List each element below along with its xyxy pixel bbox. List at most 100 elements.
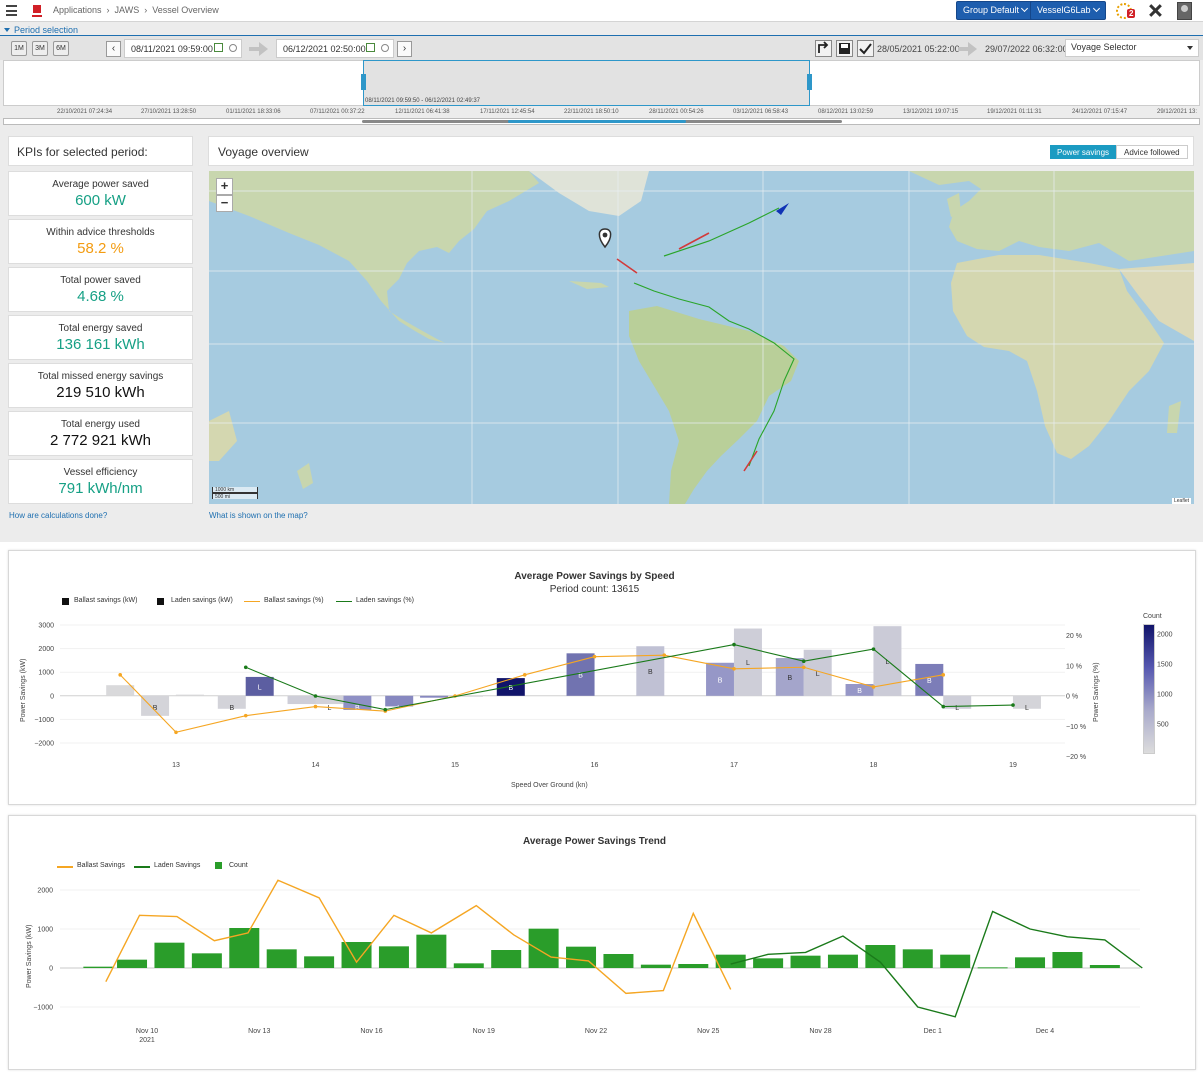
power-savings-toggle[interactable]: Power savings	[1050, 145, 1117, 159]
calendar-icon[interactable]	[214, 43, 223, 52]
ballast-pct-point	[801, 665, 806, 670]
next-period-button[interactable]: ›	[397, 41, 412, 57]
y-tick-label: −2000	[34, 741, 54, 748]
voyage-map[interactable]	[209, 171, 1194, 504]
count-bar	[640, 964, 671, 968]
ballast-bar-label: B	[229, 705, 234, 712]
legend-swatch	[215, 862, 222, 869]
tools-icon[interactable]	[1148, 3, 1163, 18]
map-canvas	[209, 171, 1194, 504]
calculations-help-link[interactable]: How are calculations done?	[9, 511, 107, 520]
legend-swatch	[62, 598, 69, 605]
timeline-tick: 22/11/2021 18:50:10	[564, 109, 619, 115]
menu-icon[interactable]	[6, 5, 17, 16]
x-tick-label: Dec 1	[924, 1028, 942, 1035]
ballast-pct-point	[941, 673, 946, 677]
x-tick-label: 17	[730, 762, 738, 769]
legend-swatch	[57, 866, 73, 868]
legend-laden-savings[interactable]: Laden Savings	[154, 862, 200, 869]
timeline-tick: 12/11/2021 06:41:38	[395, 109, 450, 115]
end-date-field[interactable]: 06/12/2021 02:50:00	[276, 39, 394, 58]
legend-ballast-kw[interactable]: Ballast savings (kW)	[74, 597, 137, 604]
timeline-scroll-thumb-selected	[508, 120, 686, 123]
laden-pct-point	[871, 647, 876, 651]
colorbar-label: Count	[1143, 613, 1162, 620]
count-bar	[341, 942, 372, 968]
kpi-label: Total missed energy savings	[37, 371, 164, 382]
legend-ballast-savings[interactable]: Ballast Savings	[77, 862, 125, 869]
legend-count[interactable]: Count	[229, 862, 248, 869]
breadcrumb-applications[interactable]: Applications	[53, 5, 102, 15]
x-tick-label: Dec 4	[1036, 1028, 1054, 1035]
laden-pct-point	[383, 707, 388, 712]
x-tick-label: Nov 28	[809, 1028, 831, 1035]
speed-chart-y2label: Power Savings (%)	[1093, 662, 1100, 722]
group-select-label: Group Default	[963, 5, 1020, 15]
caret-down-icon	[1187, 46, 1193, 50]
quick-6m-button[interactable]: 6M	[53, 41, 69, 56]
y-tick-label: 2000	[38, 646, 54, 653]
quick-3m-button[interactable]: 3M	[32, 41, 48, 56]
map-help-link[interactable]: What is shown on the map?	[209, 511, 308, 520]
trend-chart-title: Average Power Savings Trend	[522, 836, 667, 847]
y2-tick-label: −10 %	[1066, 724, 1086, 731]
kpi-card: Total power saved 4.68 %	[8, 267, 193, 312]
x-tick-sublabel: 2021	[139, 1037, 155, 1044]
ballast-pct-point	[662, 653, 667, 657]
y2-tick-label: −20 %	[1066, 754, 1086, 761]
legend-ballast-pct[interactable]: Ballast savings (%)	[264, 597, 324, 604]
laden-pct-point	[1011, 703, 1015, 707]
colorbar-tick-label: 500	[1157, 722, 1169, 729]
count-bar	[378, 946, 409, 968]
arrow-right-icon	[968, 42, 977, 56]
ballast-pct-point	[592, 654, 597, 659]
load-period-button[interactable]	[815, 40, 832, 57]
range-start-text: 28/05/2021 05:22:00	[877, 44, 960, 54]
kpi-card: Total energy saved 136 161 kWh	[8, 315, 193, 360]
apply-period-button[interactable]	[857, 40, 874, 57]
start-date-field[interactable]: 08/11/2021 09:59:00	[124, 39, 242, 58]
kpi-value: 136 161 kWh	[56, 336, 145, 353]
ballast-bar-label: B	[927, 678, 932, 685]
count-bar	[940, 954, 971, 968]
legend-swatch	[157, 598, 164, 605]
save-period-button[interactable]	[836, 40, 853, 57]
timeline-tick: 07/11/2021 00:37:22	[310, 109, 365, 115]
y-tick-label: 0	[49, 966, 53, 973]
legend-laden-pct[interactable]: Laden savings (%)	[356, 597, 414, 604]
zoom-in-button[interactable]: +	[216, 178, 233, 195]
x-tick-label: 16	[591, 762, 599, 769]
clock-icon[interactable]	[381, 44, 389, 52]
voyage-overview-title: Voyage overview	[218, 145, 309, 159]
x-tick-label: 18	[870, 762, 878, 769]
kpi-value: 58.2 %	[77, 240, 124, 257]
speed-chart-title: Average Power Savings by Speed	[514, 571, 675, 582]
ballast-bar-label: B	[718, 677, 723, 684]
speed-chart-plot[interactable]: 3000 2000 1000 0 −1000 −2000 20 % 10 % 0 % −10 % −…	[0, 610, 1203, 800]
period-selection-toggle[interactable]: Period selection	[4, 25, 78, 35]
trend-chart-plot[interactable]: 2000 1000 0 −1000 Nov 10 2021 Nov 13 Nov 16 Nov …	[0, 874, 1203, 1054]
map-attribution[interactable]: Leaflet	[1172, 498, 1192, 504]
avatar[interactable]	[1177, 2, 1192, 20]
x-tick-label: Nov 10	[136, 1028, 158, 1035]
load-icon	[818, 41, 829, 53]
trend-chart-ylabel: Power Savings (kW)	[26, 924, 33, 988]
y-tick-label: 3000	[38, 623, 54, 630]
timeline-handle-left[interactable]	[361, 74, 366, 90]
timeline-handle-right[interactable]	[807, 74, 812, 90]
vessel-select-button[interactable]: VesselG6Lab	[1030, 1, 1106, 20]
previous-period-button[interactable]: ‹	[106, 41, 121, 57]
zoom-out-button[interactable]: −	[216, 195, 233, 212]
timeline-tick: 13/12/2021 19:07:15	[903, 109, 959, 115]
clock-icon[interactable]	[229, 44, 237, 52]
quick-1m-button[interactable]: 1M	[11, 41, 27, 56]
breadcrumb-jaws[interactable]: JAWS	[115, 5, 140, 15]
advice-followed-toggle[interactable]: Advice followed	[1116, 145, 1188, 159]
legend-laden-kw[interactable]: Laden savings (kW)	[171, 597, 233, 604]
group-select-button[interactable]: Group Default	[956, 1, 1035, 20]
chevron-right-icon: ›	[106, 5, 110, 15]
colorbar-tick-label: 1500	[1157, 662, 1173, 669]
calendar-icon[interactable]	[366, 43, 375, 52]
timeline-ticks: 22/10/2021 07:24:34 27/10/2021 13:28:50 …	[0, 109, 1203, 118]
voyage-selector[interactable]: Voyage Selector	[1065, 39, 1199, 57]
